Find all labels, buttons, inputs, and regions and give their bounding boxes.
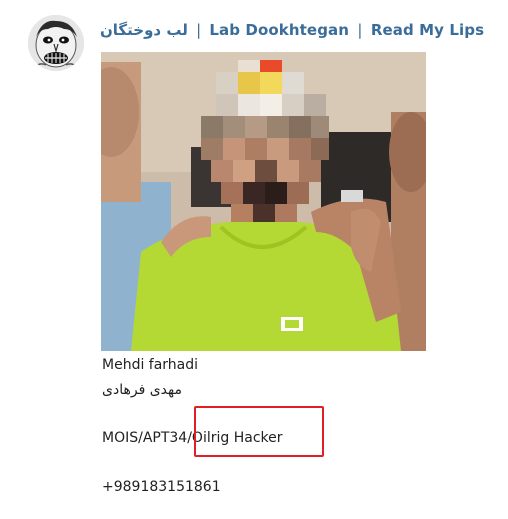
channel-avatar[interactable] [28, 15, 84, 71]
stitched-lips-face-icon [28, 15, 84, 71]
channel-name-en: Lab Dookhtegan [209, 21, 350, 39]
channel-name-fa: لب دوختگان [100, 21, 188, 39]
title-separator: | [357, 21, 363, 39]
message-name-fa: مهدی فرهادی [102, 382, 182, 398]
title-separator: | [196, 21, 202, 39]
highlight-annotation-box [194, 406, 324, 457]
channel-title[interactable]: لب دوختگان | Lab Dookhtegan | Read My Li… [100, 21, 484, 39]
message-name-en: Mehdi farhadi [102, 357, 199, 373]
post-photo[interactable] [101, 52, 426, 351]
pixelated-group-photo [101, 52, 426, 351]
channel-name-alt: Read My Lips [370, 21, 485, 39]
message-phone[interactable]: +989183151861 [102, 479, 221, 495]
